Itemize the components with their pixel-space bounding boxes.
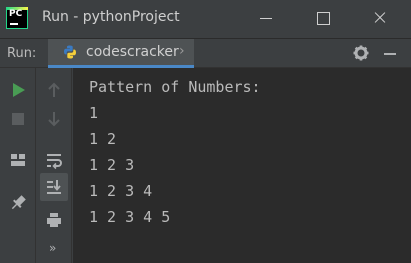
scroll-to-end-icon xyxy=(47,180,61,194)
maximize-button[interactable] xyxy=(311,7,335,29)
minimize-button[interactable] xyxy=(254,7,278,29)
console-line: 1 2 3 4 xyxy=(89,182,153,200)
more-icon[interactable]: » xyxy=(49,241,56,255)
run-toolbar: Run: codescracker › xyxy=(0,38,411,68)
run-tool-column xyxy=(0,68,36,263)
minimize-panel-icon[interactable] xyxy=(384,53,396,55)
title-bar: PC Run - pythonProject xyxy=(0,0,411,37)
run-label: Run: xyxy=(7,46,37,61)
console-line: 1 2 3 4 5 xyxy=(89,208,171,226)
console-line: 1 2 xyxy=(89,130,117,148)
tab-close-chevron-icon[interactable]: › xyxy=(179,43,185,59)
app-icon-text: PC xyxy=(9,9,23,19)
console-line: Pattern of Numbers: xyxy=(89,78,261,96)
console-tool-column: » xyxy=(36,68,72,263)
pin-icon[interactable] xyxy=(6,191,30,215)
print-icon[interactable] xyxy=(42,208,66,232)
pycharm-logo-icon: PC xyxy=(6,7,28,29)
python-icon xyxy=(64,45,76,59)
gear-icon[interactable] xyxy=(353,45,369,61)
run-tab-label: codescracker xyxy=(86,44,179,60)
console-line: 1 xyxy=(89,104,99,122)
window-title: Run - pythonProject xyxy=(42,9,180,25)
run-tab-codescracker[interactable]: codescracker › xyxy=(48,39,194,68)
play-icon[interactable] xyxy=(6,78,30,102)
arrow-down-icon[interactable] xyxy=(42,107,66,131)
arrow-up-icon[interactable] xyxy=(42,78,66,102)
close-button[interactable] xyxy=(368,7,392,29)
console-line: 1 2 3 xyxy=(89,156,135,174)
layout-icon[interactable] xyxy=(6,148,30,172)
console-output[interactable]: Pattern of Numbers: 1 1 2 1 2 3 1 2 3 4 … xyxy=(73,68,411,263)
scroll-to-end-toggle[interactable] xyxy=(40,173,68,201)
soft-wrap-icon[interactable] xyxy=(42,148,66,172)
stop-icon[interactable] xyxy=(6,107,30,131)
